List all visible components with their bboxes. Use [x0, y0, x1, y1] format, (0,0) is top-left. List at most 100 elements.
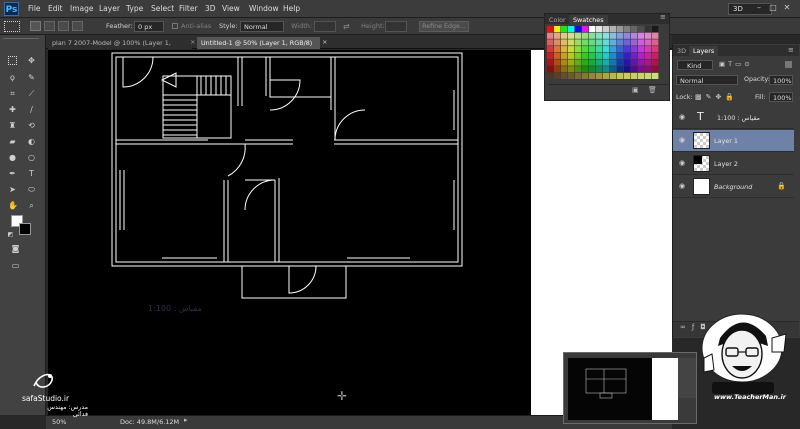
brush-tool-icon[interactable]: ∕: [27, 105, 36, 114]
opacity-input[interactable]: 100%: [769, 75, 793, 85]
move-tool-icon[interactable]: ✥: [27, 56, 36, 65]
antialias-label: Anti-alias: [181, 22, 212, 30]
thumbnail-overlay: [563, 352, 697, 424]
swatch-grid[interactable]: [547, 26, 659, 80]
menu-help[interactable]: Help: [283, 4, 300, 13]
lock-label: Lock:: [676, 94, 693, 101]
eyedropper-icon[interactable]: ⟋: [27, 89, 36, 98]
filter-toggle-icon[interactable]: [785, 61, 792, 68]
visibility-eye-icon[interactable]: ◉: [679, 113, 685, 121]
layer-row-layer1[interactable]: ◉ Layer 1: [673, 130, 794, 152]
dodge-tool-icon[interactable]: ○: [27, 153, 36, 162]
refine-edge-button[interactable]: Refine Edge...: [419, 21, 469, 32]
style-label: Style:: [219, 22, 238, 30]
safastudio-logo-icon: [33, 373, 53, 388]
menu-select[interactable]: Select: [151, 4, 174, 13]
swap-icon[interactable]: ⇄: [343, 22, 350, 31]
crop-tool-icon[interactable]: ⌗: [8, 89, 17, 98]
menu-image[interactable]: Image: [70, 4, 94, 13]
add-selection-icon[interactable]: [44, 21, 55, 31]
maximize-icon[interactable]: □: [768, 3, 778, 13]
tab-color[interactable]: Color: [549, 16, 566, 24]
background-color-swatch[interactable]: [19, 223, 31, 235]
zoom-level[interactable]: 50%: [52, 418, 66, 426]
watermark-credit: مدرس: مهندس فدائی: [47, 404, 88, 418]
menu-layer[interactable]: Layer: [99, 4, 120, 13]
pen-tool-icon[interactable]: ✒: [8, 169, 17, 178]
eraser-tool-icon[interactable]: ▰: [8, 137, 17, 146]
quick-mask-icon[interactable]: ◙: [11, 244, 20, 253]
marquee-tool-icon[interactable]: [8, 56, 17, 65]
tab-swatches[interactable]: Swatches: [569, 15, 608, 25]
layer-filter-icons[interactable]: ▣T▭⊙: [719, 60, 753, 68]
new-selection-icon[interactable]: [30, 21, 41, 31]
tab-close-icon[interactable]: ×: [190, 38, 195, 46]
opacity-label: Opacity:: [744, 76, 770, 83]
tab-layers[interactable]: Layers: [689, 46, 719, 56]
blur-tool-icon[interactable]: ●: [8, 153, 17, 162]
menu-view[interactable]: View: [222, 4, 240, 13]
marquee-preset-icon[interactable]: [4, 21, 20, 32]
visibility-eye-icon[interactable]: ◉: [679, 159, 685, 167]
menu-filter[interactable]: Filter: [179, 4, 198, 13]
tab-plan7[interactable]: plan 7 2007-Model @ 100% (Layer 1, RGB/8…: [48, 37, 192, 59]
lock-icons[interactable]: ▩✎✥🔒: [695, 93, 738, 101]
panel-menu-icon[interactable]: ≡: [660, 13, 666, 21]
layer-row-text[interactable]: ◉ T مقیاس : 1:100: [673, 107, 794, 129]
watermark-safastudio: safaStudio.ir مدرس: مهندس فدائی: [18, 370, 88, 418]
visibility-eye-icon[interactable]: ◉: [679, 136, 685, 144]
tab-3d[interactable]: 3D: [677, 47, 686, 55]
height-label: Height:: [361, 22, 385, 30]
intersect-selection-icon[interactable]: [72, 21, 83, 31]
menu-3d[interactable]: 3D: [205, 4, 216, 13]
layer-row-layer2[interactable]: ◉ Layer 2: [673, 153, 794, 175]
feather-input[interactable]: 0 px: [134, 21, 164, 32]
width-label: Width:: [291, 22, 313, 30]
layers-menu-icon[interactable]: ≡: [788, 46, 794, 54]
type-tool-icon[interactable]: T: [27, 169, 36, 178]
minimize-icon[interactable]: –: [754, 3, 764, 13]
tab-close-icon[interactable]: ×: [322, 38, 327, 46]
clone-stamp-icon[interactable]: ♜: [8, 121, 17, 130]
layer-name: Layer 1: [714, 137, 738, 145]
lock-icon[interactable]: 🔒: [777, 182, 786, 190]
tools-grip[interactable]: [3, 38, 39, 41]
antialias-checkbox[interactable]: [172, 23, 178, 29]
quick-select-icon[interactable]: ✎: [27, 73, 36, 82]
menu-edit[interactable]: Edit: [48, 4, 63, 13]
hand-tool-icon[interactable]: ✋: [8, 201, 18, 210]
lasso-tool-icon[interactable]: ϙ: [8, 73, 17, 82]
workspace-select[interactable]: 3D: [728, 3, 772, 15]
screen-mode-icon[interactable]: ▭: [11, 261, 20, 270]
close-icon[interactable]: ✕: [782, 3, 792, 13]
healing-brush-icon[interactable]: ✚: [8, 105, 17, 114]
tab-untitled1[interactable]: Untitled-1 @ 50% (Layer 1, RGB/8) *: [197, 37, 320, 59]
kind-label: Kind: [687, 62, 702, 70]
menu-window[interactable]: Window: [249, 4, 279, 13]
shape-tool-icon[interactable]: ⬭: [27, 185, 36, 194]
path-select-icon[interactable]: ➤: [8, 185, 17, 194]
swatches-divider: [548, 84, 668, 85]
filter-kind-select[interactable]: Kind: [677, 60, 713, 70]
paint-bucket-icon[interactable]: ◐: [27, 137, 36, 146]
subtract-selection-icon[interactable]: [58, 21, 69, 31]
status-arrow-icon[interactable]: ▸: [184, 416, 188, 424]
height-input[interactable]: [385, 21, 407, 32]
blend-mode-select[interactable]: Normal: [676, 75, 738, 85]
watermark-site: www.TeacherMan.ir: [714, 393, 786, 401]
doc-size[interactable]: Doc: 49.8M/6.12M: [120, 418, 179, 426]
fill-input[interactable]: 100%: [769, 92, 793, 102]
history-brush-icon[interactable]: ⟲: [27, 121, 36, 130]
new-swatch-icon[interactable]: ▣: [632, 86, 639, 94]
style-select[interactable]: Normal: [240, 21, 284, 32]
default-colors-icon[interactable]: ◩: [6, 230, 15, 239]
menu-type[interactable]: Type: [126, 4, 143, 13]
delete-swatch-icon[interactable]: 🗑: [648, 86, 657, 94]
layer-row-background[interactable]: ◉ Background 🔒: [673, 176, 794, 198]
width-input[interactable]: [314, 21, 336, 32]
zoom-tool-icon[interactable]: ⌕: [27, 201, 36, 210]
layer-name: Layer 2: [714, 160, 738, 168]
menu-file[interactable]: File: [28, 4, 41, 13]
layer-thumbnail: [693, 132, 710, 149]
visibility-eye-icon[interactable]: ◉: [679, 182, 685, 190]
